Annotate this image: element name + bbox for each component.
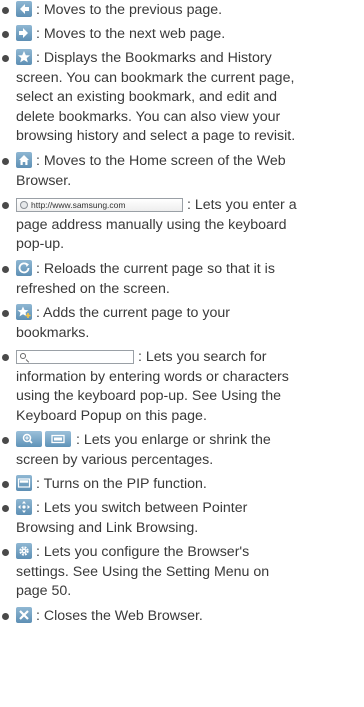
reload-icon xyxy=(16,260,32,276)
address-bar: http://www.samsung.com xyxy=(16,198,183,212)
item-text: information by entering words or charact… xyxy=(16,368,289,385)
item-text: Keyboard Popup on this page. xyxy=(16,407,207,424)
bullet xyxy=(2,7,9,14)
bullet xyxy=(2,266,9,273)
pip-icon xyxy=(16,475,32,491)
bullet xyxy=(2,481,9,488)
item-text: pop-up. xyxy=(16,236,65,253)
globe-icon xyxy=(20,201,28,209)
item-text: : Displays the Bookmarks and History xyxy=(35,50,272,66)
item-text: : Lets you configure the Browser's xyxy=(35,544,250,560)
home-icon xyxy=(16,152,32,168)
item-text: : Moves to the Home screen of the Web xyxy=(35,153,286,169)
item-text: : Turns on the PIP function. xyxy=(35,476,207,492)
item-text: : Closes the Web Browser. xyxy=(35,608,203,624)
item-text: : Moves to the next web page. xyxy=(35,26,226,42)
item-text: browsing history and select a page to re… xyxy=(16,128,296,145)
item-text: screen by various percentages. xyxy=(16,451,214,468)
back-arrow-icon xyxy=(16,1,32,17)
search-icon xyxy=(20,353,26,359)
pointer-link-icon xyxy=(16,499,32,515)
item-text: : Adds the current page to your xyxy=(35,305,230,321)
bullet xyxy=(2,437,9,444)
item-text: : Lets you enter a xyxy=(186,197,297,213)
item-text: refreshed on the screen. xyxy=(16,280,170,297)
add-bookmark-icon xyxy=(16,304,32,320)
item-text: delete bookmarks. You can also view your xyxy=(16,108,281,125)
search-bar xyxy=(16,350,134,364)
item-text: page address manually using the keyboard xyxy=(16,216,287,233)
zoom-icon xyxy=(16,431,72,447)
item-text: screen. You can bookmark the current pag… xyxy=(16,69,295,86)
item-text: select an existing bookmark, and edit an… xyxy=(16,89,278,106)
settings-icon xyxy=(16,543,32,559)
item-text: : Lets you enlarge or shrink the xyxy=(75,432,271,448)
address-url: http://www.samsung.com xyxy=(31,200,126,210)
bullet xyxy=(2,505,9,512)
item-text: : Reloads the current page so that it is xyxy=(35,261,275,277)
item-text: settings. See Using the Setting Menu on xyxy=(16,563,270,580)
bookmark-star-icon xyxy=(16,49,32,65)
item-text: Browsing and Link Browsing. xyxy=(16,519,199,536)
item-text: : Lets you search for xyxy=(137,349,267,365)
item-text: using the keyboard pop-up. See Using the xyxy=(16,388,282,405)
item-text: : Lets you switch between Pointer xyxy=(35,500,248,516)
item-text: bookmarks. xyxy=(16,324,90,341)
bullet xyxy=(2,549,9,556)
bullet xyxy=(2,310,9,317)
item-text: Browser. xyxy=(16,172,72,189)
bullet xyxy=(2,158,9,165)
bullet xyxy=(2,613,9,620)
item-text: page 50. xyxy=(16,583,72,600)
item-text: : Moves to the previous page. xyxy=(35,2,223,18)
bullet xyxy=(2,31,9,38)
bullet xyxy=(2,202,9,209)
close-icon xyxy=(16,607,32,623)
forward-arrow-icon xyxy=(16,25,32,41)
bullet xyxy=(2,354,9,361)
bullet xyxy=(2,55,9,62)
